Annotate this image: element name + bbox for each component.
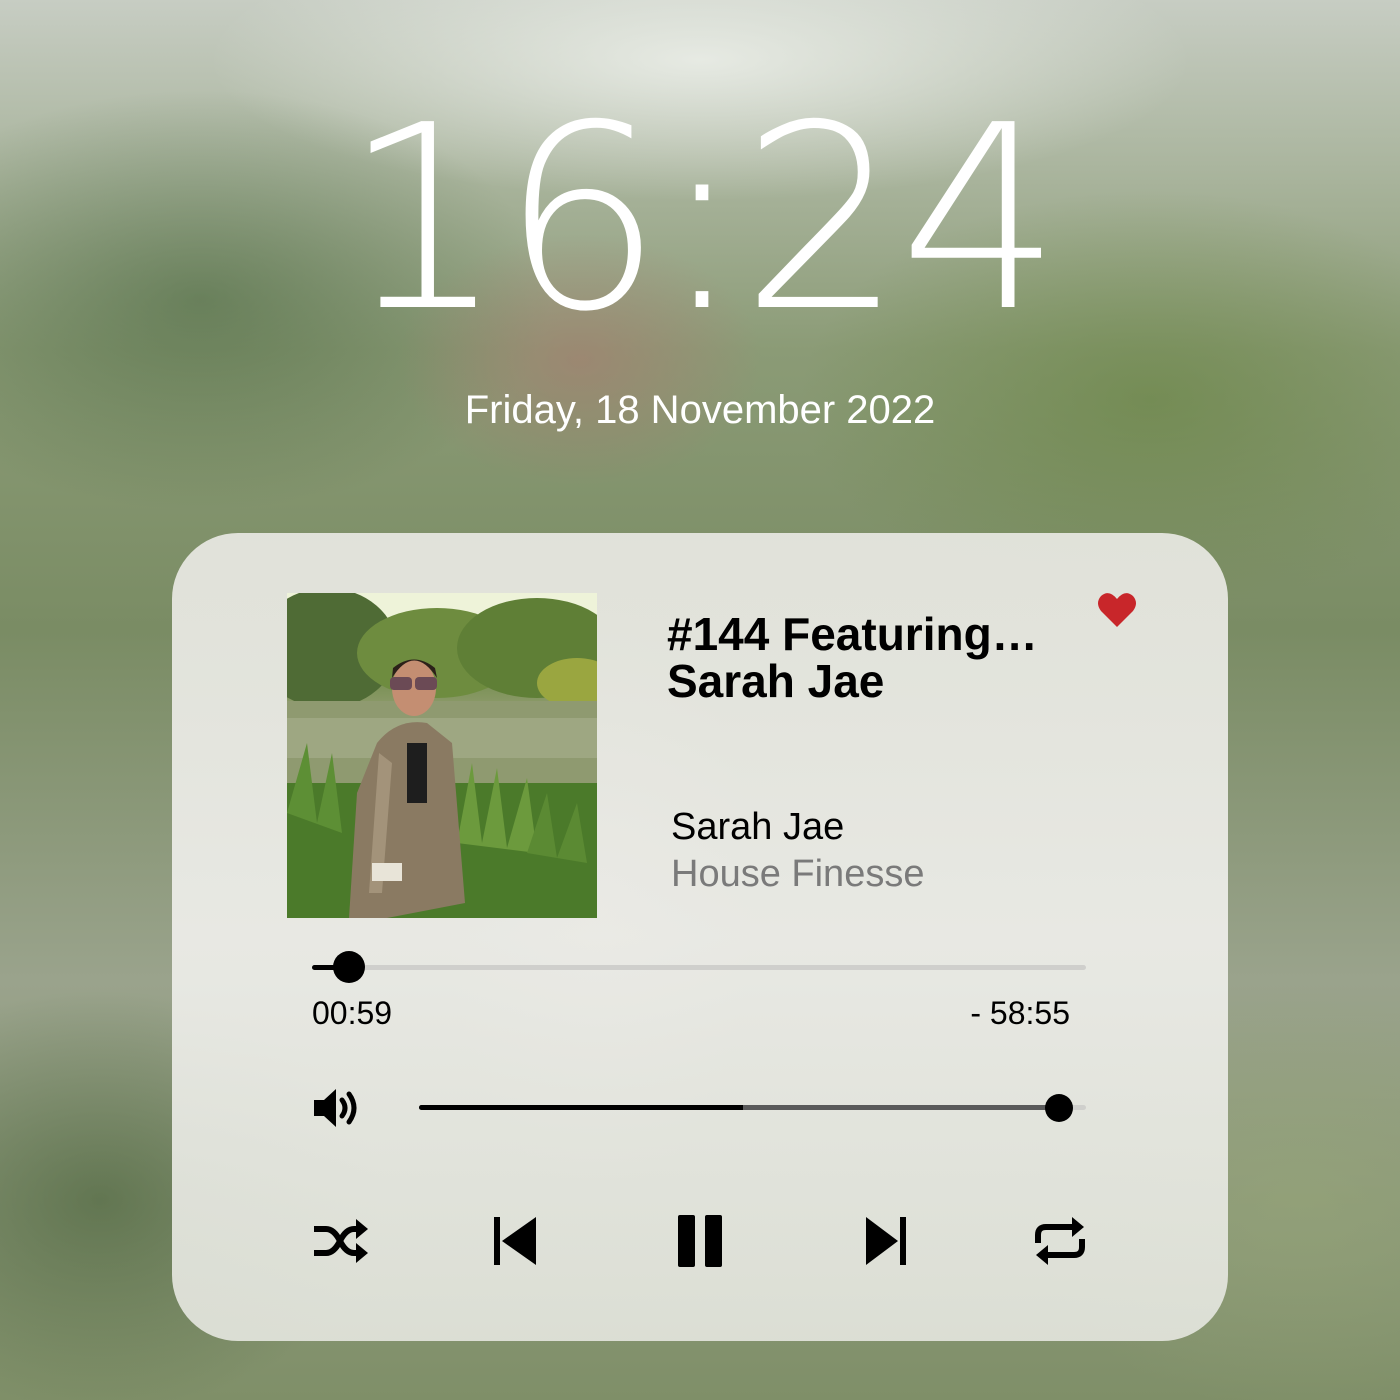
album-artwork-image <box>287 593 597 918</box>
volume-thumb[interactable] <box>1045 1094 1074 1122</box>
volume-slider[interactable] <box>419 1105 1086 1110</box>
skip-back-icon <box>494 1217 536 1265</box>
next-button[interactable] <box>856 1213 916 1269</box>
remaining-time: - 58:55 <box>970 995 1070 1031</box>
speaker-icon[interactable] <box>312 1083 362 1133</box>
progress-scrubber[interactable] <box>333 951 366 983</box>
progress-track[interactable] <box>312 965 1086 970</box>
favorite-button[interactable] <box>1097 591 1137 629</box>
previous-button[interactable] <box>484 1213 544 1269</box>
track-album[interactable]: House Finesse <box>671 852 924 896</box>
lockscreen-date: Friday, 18 November 2022 <box>464 388 936 432</box>
album-artwork <box>287 593 597 918</box>
repeat-button[interactable] <box>1030 1213 1090 1269</box>
skip-forward-icon <box>866 1217 906 1265</box>
track-artist[interactable]: Sarah Jae <box>671 805 844 849</box>
now-playing-widget: #144 Featuring… Sarah Jae Sarah Jae Hous… <box>172 533 1228 1341</box>
volume-fill-dark <box>419 1105 743 1110</box>
lockscreen-clock: 16:24 <box>342 71 1062 368</box>
repeat-icon <box>1035 1217 1085 1265</box>
pause-icon <box>678 1215 722 1267</box>
play-pause-button[interactable] <box>670 1213 730 1269</box>
shuffle-button[interactable] <box>310 1213 370 1269</box>
shuffle-icon <box>314 1219 368 1263</box>
elapsed-time: 00:59 <box>312 995 393 1031</box>
track-title: #144 Featuring… Sarah Jae <box>667 608 1038 707</box>
heart-icon <box>1098 593 1136 627</box>
